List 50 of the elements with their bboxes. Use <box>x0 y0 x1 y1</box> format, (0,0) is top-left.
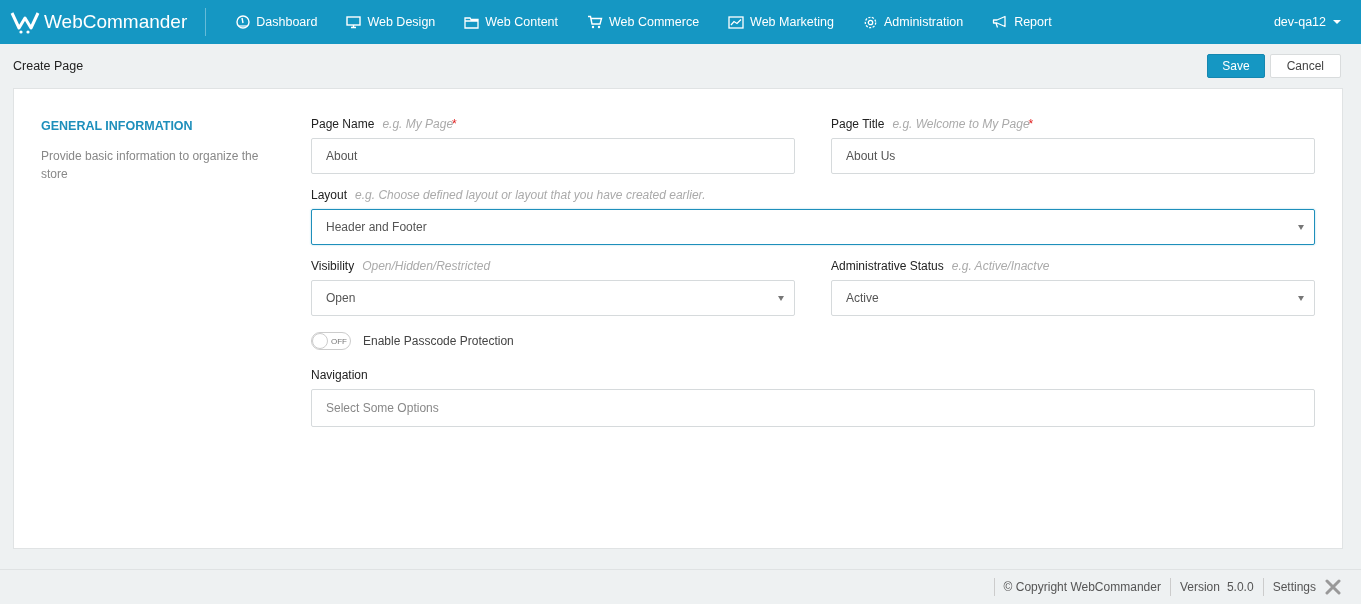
tools-icon[interactable] <box>1325 579 1341 595</box>
cancel-button[interactable]: Cancel <box>1269 54 1341 78</box>
field-hint: e.g. My Page <box>382 117 454 131</box>
field-label: Navigation <box>311 368 368 382</box>
caret-icon <box>778 295 784 301</box>
chart-icon <box>728 15 745 29</box>
field-label: Page Title <box>831 117 885 131</box>
nav-item[interactable]: Web Marketing <box>728 14 834 30</box>
caret-icon <box>1298 295 1304 301</box>
logo-icon <box>10 10 40 34</box>
nav-item[interactable]: Web Content <box>464 14 558 30</box>
settings-link[interactable]: Settings <box>1272 580 1316 594</box>
field-hint: e.g. Welcome to My Page <box>892 117 1030 131</box>
caret-icon <box>1298 224 1304 230</box>
field-label: Administrative Status <box>831 259 944 273</box>
nav-item[interactable]: Administration <box>862 14 964 30</box>
settings-icon <box>862 14 878 30</box>
version-number: 5.0.0 <box>1226 580 1254 594</box>
nav-item[interactable]: Dashboard <box>236 14 318 30</box>
nav-item[interactable]: Web Commerce <box>587 14 700 30</box>
copyright-text: © Copyright WebCommander <box>1003 580 1161 594</box>
input-field[interactable]: About <box>311 138 795 174</box>
user-menu[interactable]: dev-qa12 <box>1273 15 1341 29</box>
required-mark: * <box>1028 117 1034 131</box>
field-label: Page Name <box>311 117 375 131</box>
version-label: Version <box>1179 580 1220 594</box>
section-title: GENERAL INFORMATION <box>41 119 194 133</box>
field-label: Layout <box>311 188 348 202</box>
nav-item[interactable]: Web Design <box>346 14 436 30</box>
multiselect-field[interactable]: Select Some Options <box>311 389 1315 427</box>
select-field[interactable]: Header and Footer <box>311 209 1315 245</box>
field-hint: e.g. Active/Inactve <box>951 259 1050 273</box>
select-field[interactable]: Open <box>311 280 795 316</box>
field-hint: e.g. Choose defined layout or layout that you have created earlier. <box>355 188 706 202</box>
folder-icon <box>464 15 480 29</box>
input-field[interactable]: About Us <box>831 138 1315 174</box>
monitor-icon <box>346 15 362 29</box>
toggle-label: Enable Passcode Protection <box>363 334 514 348</box>
brand-name[interactable]: WebCommander <box>44 11 188 33</box>
section-description: Provide basic information to organize the store <box>41 148 260 183</box>
gauge-icon <box>236 15 251 29</box>
required-mark: * <box>452 117 457 131</box>
field-label: Visibility <box>311 259 355 273</box>
cart-icon <box>587 15 603 29</box>
page-title: Create Page <box>13 59 84 73</box>
save-button[interactable]: Save <box>1207 54 1265 78</box>
nav-item[interactable]: Report <box>992 14 1052 30</box>
megaphone-icon <box>992 15 1009 29</box>
select-field[interactable]: Active <box>831 280 1315 316</box>
field-hint: Open/Hidden/Restricted <box>362 259 491 273</box>
